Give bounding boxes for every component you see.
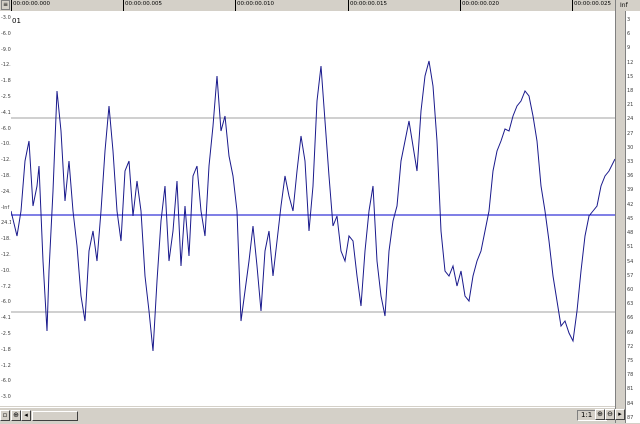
right-scale-label: 30	[627, 144, 634, 151]
ruler-tick-mark	[235, 0, 236, 11]
right-scale-label: 54	[627, 258, 634, 265]
right-scale-label: 36	[627, 173, 634, 180]
left-scale-label: -3.0	[1, 394, 11, 401]
left-scale-label: -1.2	[1, 362, 11, 369]
right-scale-label: 51	[627, 244, 634, 251]
ruler-tick-mark	[11, 0, 12, 11]
right-scale-unit: Inf	[620, 2, 628, 9]
right-scale-label: 42	[627, 201, 634, 208]
right-scale-label: 24	[627, 116, 634, 123]
right-scale-label: 18	[627, 88, 634, 95]
ruler-tick-mark	[123, 0, 124, 11]
ruler-corner-button[interactable]: ≡	[1, 0, 10, 10]
right-scale-label: 9	[627, 45, 631, 52]
zoom-icon[interactable]: ⊕	[11, 410, 21, 421]
right-scale-label: 87	[627, 414, 634, 421]
ruler-tick-label: 00:00:00.020	[462, 1, 499, 7]
right-scale-label: 3	[627, 17, 631, 23]
left-scale-label: -Inf	[1, 204, 10, 211]
ruler-tick-label: 00:00:00.010	[237, 1, 274, 7]
left-scale-label: -1.8	[1, 346, 11, 353]
right-scale-label: 33	[627, 159, 634, 166]
waveform-view[interactable]	[11, 11, 615, 406]
right-scale-label: 6	[627, 31, 631, 38]
right-scale-label: 72	[627, 343, 634, 350]
left-scale-label: -6.0	[1, 299, 11, 306]
left-scale-label: -4.1	[1, 109, 11, 116]
ruler-tick-label: 00:00:00.005	[125, 1, 162, 7]
right-scale-label: 27	[627, 130, 634, 137]
left-scale-label: -6.0	[1, 125, 11, 132]
scroll-home-button[interactable]: ▫	[0, 410, 10, 421]
left-scale-label: -9.0	[1, 46, 11, 53]
ruler-tick-label: 00:00:00.015	[350, 1, 387, 7]
ruler-tick-mark	[348, 0, 349, 11]
right-scale-label: 69	[627, 329, 634, 336]
right-scale: Inf 3 6 9 12 15 18 21 24 27 30 33 36 39 42 45 48 51 54 57 6…	[615, 0, 640, 423]
left-scale-label: -3.0	[1, 15, 11, 21]
zoom-in-icon[interactable]: ⊕	[595, 409, 605, 420]
left-scale-label: -2.5	[1, 94, 11, 100]
left-scale-label: -6.0	[1, 378, 11, 385]
right-scale-label: 39	[627, 187, 634, 194]
audio-editor-window: ≡ 00:00:00.000 00:00:00.005 00:00:00.010…	[0, 0, 640, 424]
left-scale-label: -6.0	[1, 30, 11, 37]
right-scale-label: 78	[627, 372, 634, 379]
right-scale-label: 45	[627, 215, 634, 222]
right-scale-values: 3 6 9 12 15 18 21 24 27 30 33 36 39 42 45 48 51 54 57 60 63 6…	[625, 11, 640, 423]
right-scale-label: 60	[627, 286, 634, 293]
horizontal-scroll-thumb[interactable]	[32, 411, 78, 421]
left-scale-label: -4.1	[1, 315, 11, 322]
right-scale-label: 12	[627, 59, 634, 66]
right-scale-label: 75	[627, 357, 634, 364]
right-scale-label: 84	[627, 400, 634, 407]
track-id-label: 01	[12, 17, 21, 25]
ruler-tick-mark	[460, 0, 461, 11]
right-scale-label: 48	[627, 230, 634, 237]
scroll-right-button[interactable]: ▸	[615, 409, 625, 420]
ruler-tick-label: 00:00:00.000	[13, 1, 50, 7]
right-scale-label: 15	[627, 73, 634, 80]
left-scale-label: -1.8	[1, 78, 11, 85]
right-scale-label: 63	[627, 301, 634, 308]
zoom-out-icon[interactable]: ⊖	[605, 409, 615, 420]
right-scale-label: 57	[627, 272, 634, 279]
right-scale-label: 21	[627, 102, 634, 109]
waveform-trace	[11, 60, 615, 352]
right-scale-label: 66	[627, 315, 634, 322]
horizontal-scrollbar-area: ▫ ⊕ ◂ 1:1	[0, 407, 615, 424]
left-scale-label: -7.2	[1, 283, 11, 290]
right-scale-label: 81	[627, 386, 634, 393]
left-scale-label: -2.5	[1, 331, 11, 337]
scroll-left-button[interactable]: ◂	[21, 410, 31, 421]
ruler-tick-mark	[572, 0, 573, 11]
ruler-tick-label: 00:00:00.025	[574, 1, 611, 7]
